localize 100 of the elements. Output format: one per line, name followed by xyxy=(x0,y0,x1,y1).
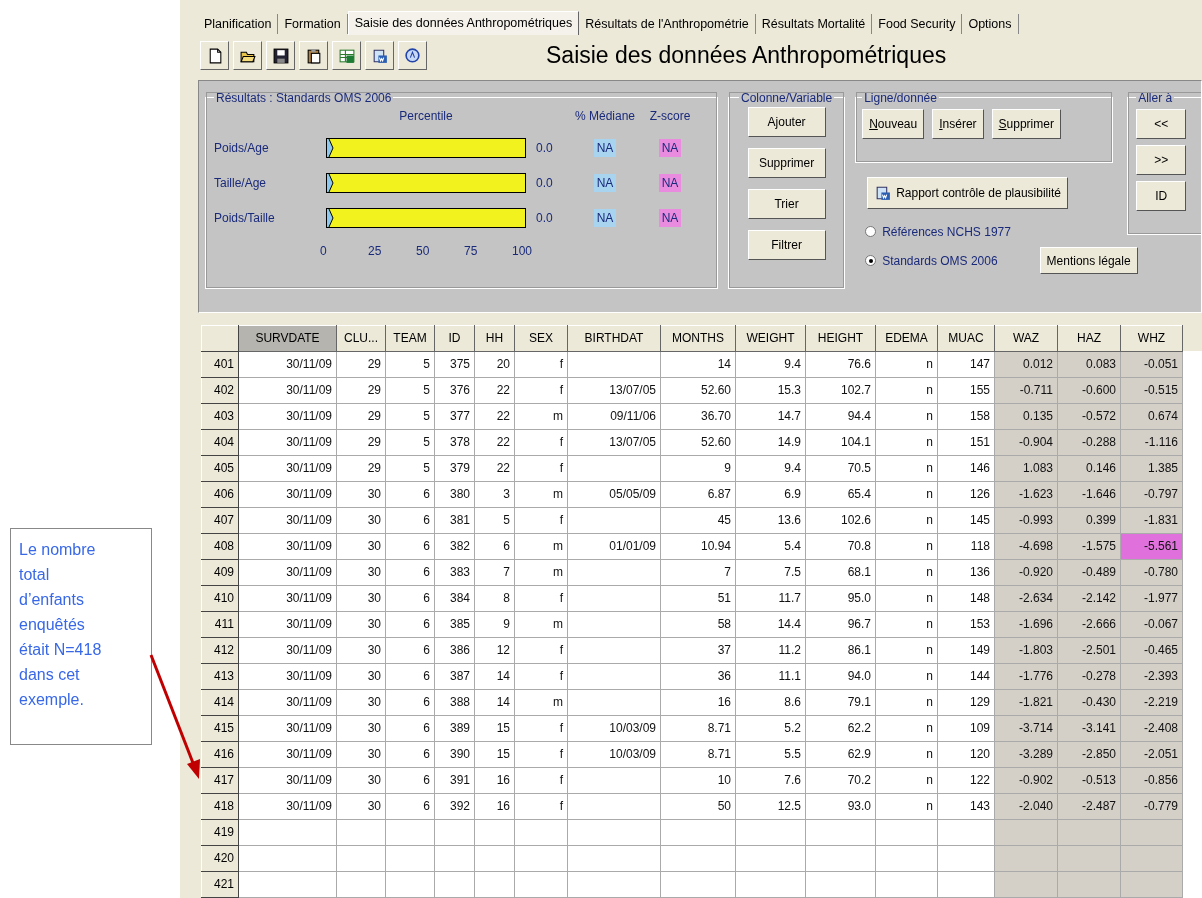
column-header[interactable]: HH xyxy=(474,325,515,352)
toolbar-button[interactable] xyxy=(299,41,328,71)
scale-label: 100 xyxy=(512,243,533,258)
row-number[interactable]: 408 xyxy=(201,533,239,560)
row-number[interactable]: 420 xyxy=(201,845,239,872)
row-number[interactable]: 417 xyxy=(201,767,239,794)
percentile-value: 0.0 xyxy=(535,140,554,155)
table-cell: 30/11/09 xyxy=(238,611,337,638)
row-number[interactable]: 406 xyxy=(201,481,239,508)
toolbar-button[interactable] xyxy=(233,41,262,71)
tab[interactable]: Résultats Mortalité xyxy=(755,13,873,34)
table-cell: 30/11/09 xyxy=(238,663,337,690)
toolbar-button[interactable] xyxy=(398,41,427,71)
column-header[interactable]: BIRTHDAT xyxy=(567,325,661,352)
column-header[interactable]: HAZ xyxy=(1057,325,1121,352)
row-number[interactable]: 421 xyxy=(201,871,239,898)
tab[interactable]: Food Security xyxy=(872,13,963,34)
column-header[interactable]: CLU... xyxy=(336,325,386,352)
table-cell: 30/11/09 xyxy=(238,559,337,586)
row-number[interactable]: 402 xyxy=(201,377,239,404)
row-number[interactable]: 419 xyxy=(201,819,239,846)
table-cell: 30/11/09 xyxy=(238,429,337,456)
row-number[interactable]: 413 xyxy=(201,663,239,690)
column-button[interactable]: Filtrer xyxy=(747,229,826,260)
row-number[interactable]: 405 xyxy=(201,455,239,482)
column-header[interactable]: MUAC xyxy=(937,325,995,352)
legal-button[interactable]: Mentions légale xyxy=(1039,247,1138,275)
row-number[interactable]: 407 xyxy=(201,507,239,534)
column-label: Percentile xyxy=(398,108,454,123)
tab[interactable]: Planification xyxy=(198,13,279,34)
table-cell: 30 xyxy=(336,689,386,716)
table-cell: 70.2 xyxy=(805,767,876,794)
table-cell: 8 xyxy=(474,585,515,612)
row-button[interactable]: Insérer xyxy=(932,108,984,139)
row-number[interactable]: 412 xyxy=(201,637,239,664)
table-cell: 5 xyxy=(385,351,435,378)
row-number[interactable]: 410 xyxy=(201,585,239,612)
scale-label: 75 xyxy=(464,243,478,258)
table-cell: 13/07/05 xyxy=(567,377,661,404)
row-number[interactable]: 416 xyxy=(201,741,239,768)
reference-radio[interactable]: Standards OMS 2006 xyxy=(855,253,998,268)
column-header[interactable]: ID xyxy=(434,325,475,352)
reference-radio[interactable]: Références NCHS 1977 xyxy=(855,220,1011,243)
column-button[interactable]: Trier xyxy=(747,188,826,219)
table-cell: 148 xyxy=(937,585,995,612)
table-cell: 30 xyxy=(336,611,386,638)
row-number[interactable]: 414 xyxy=(201,689,239,716)
toolbar-button[interactable] xyxy=(266,41,295,71)
callout-text: Le nombre total d’enfants enquêtés était N=418 dans cet exemple. xyxy=(19,540,103,710)
report-button[interactable]: Rapport contrôle de plausibilité xyxy=(867,176,1068,209)
table-cell: 6 xyxy=(385,585,435,612)
column-header[interactable]: EDEMA xyxy=(875,325,938,352)
column-button[interactable]: Ajouter xyxy=(747,106,826,137)
table-cell: 86.1 xyxy=(805,637,876,664)
toolbar-button[interactable] xyxy=(200,41,229,71)
tab[interactable]: Formation xyxy=(278,13,348,34)
table-cell: f xyxy=(514,377,568,404)
column-header[interactable]: WAZ xyxy=(994,325,1058,352)
row-number[interactable]: 404 xyxy=(201,429,239,456)
table-cell: 51 xyxy=(660,585,736,612)
toolbar-button[interactable] xyxy=(365,41,394,71)
column-button[interactable]: Supprimer xyxy=(747,147,826,178)
column-header[interactable]: WEIGHT xyxy=(735,325,806,352)
table-cell: n xyxy=(875,377,938,404)
tab[interactable]: Saisie des données Anthropométriques xyxy=(347,10,580,35)
table-cell: 147 xyxy=(937,351,995,378)
table-cell: m xyxy=(514,611,568,638)
row-number[interactable]: 401 xyxy=(201,351,239,378)
table-cell: 5.4 xyxy=(735,533,806,560)
row-number[interactable]: 418 xyxy=(201,793,239,820)
indicator-label: Poids/Taille xyxy=(214,210,276,225)
tab[interactable]: Options xyxy=(962,13,1019,34)
table-cell: 3 xyxy=(474,481,515,508)
row-number[interactable]: 403 xyxy=(201,403,239,430)
goto-button[interactable]: >> xyxy=(1136,144,1187,175)
column-header[interactable]: HEIGHT xyxy=(805,325,876,352)
table-cell: 109 xyxy=(937,715,995,742)
column-header[interactable]: SURVDATE xyxy=(238,325,337,352)
row-button[interactable]: Supprimer xyxy=(991,108,1061,139)
column-header[interactable]: TEAM xyxy=(385,325,435,352)
table-cell: 68.1 xyxy=(805,559,876,586)
goto-button[interactable]: << xyxy=(1136,108,1187,139)
row-number[interactable]: 411 xyxy=(201,611,239,638)
row-number[interactable]: 415 xyxy=(201,715,239,742)
tab[interactable]: Résultats de l'Anthropométrie xyxy=(579,13,756,34)
column-header[interactable]: WHZ xyxy=(1120,325,1183,352)
table-cell: 144 xyxy=(937,663,995,690)
table-cell: 30/11/09 xyxy=(238,689,337,716)
goto-button[interactable]: ID xyxy=(1136,180,1187,211)
column-header[interactable]: MONTHS xyxy=(660,325,736,352)
table-cell: 70.5 xyxy=(805,455,876,482)
table-cell: 6 xyxy=(385,663,435,690)
column-header[interactable]: SEX xyxy=(514,325,568,352)
percentile-value: 0.0 xyxy=(535,210,554,225)
table-cell: 6 xyxy=(385,611,435,638)
table-cell: 70.8 xyxy=(805,533,876,560)
row-button[interactable]: Nouveau xyxy=(862,108,925,139)
table-cell: 14.9 xyxy=(735,429,806,456)
indicator-label: Taille/Age xyxy=(214,175,268,190)
row-number[interactable]: 409 xyxy=(201,559,239,586)
